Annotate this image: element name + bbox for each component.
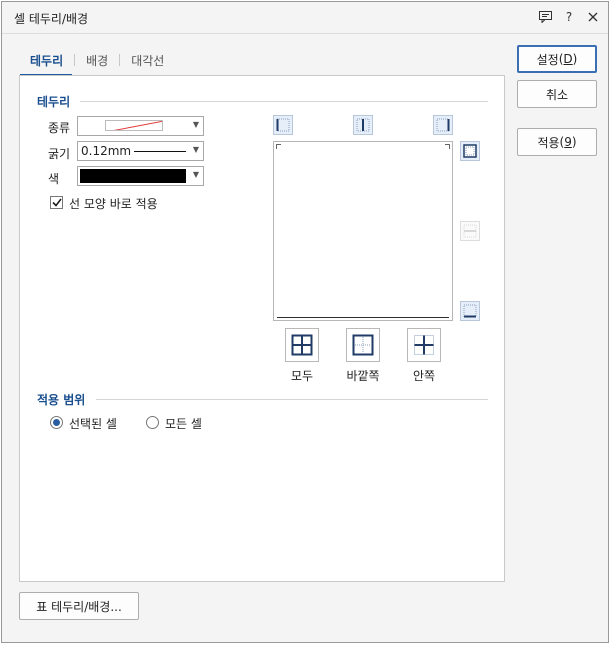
section-divider [80, 101, 488, 102]
border-tab-panel: 테두리 종류 ▼ 굵기 0.12mm ▼ 색 ▼ 선 모양 바로 적용 모두 바… [19, 75, 505, 582]
left-border-button[interactable] [273, 115, 293, 135]
selected-cells-label: 선택된 셀 [69, 417, 117, 431]
close-icon[interactable] [586, 10, 600, 24]
tab-background[interactable]: 배경 [84, 52, 110, 69]
preview-bottom-border [277, 317, 449, 318]
ok-button-label: 설정 [536, 52, 559, 67]
thickness-label: 굵기 [48, 147, 71, 161]
scope-section-title: 적용 범위 [37, 393, 86, 407]
chevron-down-icon: ▼ [192, 120, 199, 129]
border-section-title: 테두리 [37, 95, 71, 109]
color-swatch [80, 169, 186, 183]
vertical-center-border-button[interactable] [353, 115, 373, 135]
tab-border[interactable]: 테두리 [28, 52, 65, 69]
top-border-button[interactable] [460, 141, 480, 161]
preview-corner-mark [276, 144, 281, 149]
ok-mnemonic: D [563, 52, 573, 66]
outside-borders-button[interactable] [346, 328, 380, 362]
inside-borders-button[interactable] [407, 328, 441, 362]
section-divider [96, 399, 488, 400]
line-type-none-swatch [105, 120, 163, 131]
ok-button[interactable]: 설정(D) [517, 45, 597, 73]
all-cells-radio[interactable] [146, 416, 159, 429]
chevron-down-icon: ▼ [192, 145, 199, 154]
chevron-down-icon: ▼ [192, 170, 199, 179]
line-thickness-select[interactable]: 0.12mm ▼ [77, 141, 204, 161]
preview-corner-mark [445, 144, 450, 149]
apply-button-label: 적용 [537, 135, 560, 150]
table-border-background-label: 표 테두리/배경... [36, 599, 122, 614]
help-icon[interactable]: ? [562, 10, 576, 24]
dialog-title: 셀 테두리/배경 [14, 12, 89, 26]
tab-strip: 테두리 배경 대각선 [28, 50, 166, 70]
tab-separator [74, 54, 76, 66]
cancel-button[interactable]: 취소 [517, 80, 597, 108]
color-label: 색 [48, 172, 60, 186]
apply-immediately-label: 선 모양 바로 적용 [69, 197, 158, 211]
bottom-border-button[interactable] [460, 301, 480, 321]
title-bar-icons: ? [538, 10, 600, 24]
radio-dot [53, 419, 60, 426]
horizontal-center-border-button[interactable] [460, 221, 480, 241]
selected-cells-radio[interactable] [50, 416, 63, 429]
thickness-value: 0.12mm [81, 144, 132, 158]
apply-immediately-checkbox[interactable] [50, 196, 63, 209]
table-border-background-button[interactable]: 표 테두리/배경... [19, 592, 139, 620]
all-cells-label: 모든 셀 [165, 417, 202, 431]
right-border-button[interactable] [433, 115, 453, 135]
cell-border-dialog: 셀 테두리/배경 ? 테두리 배경 대각선 테두리 종류 ▼ 굵기 0.12mm… [1, 1, 609, 643]
title-bar: 셀 테두리/배경 ? [2, 2, 608, 34]
inside-borders-label: 안쪽 [412, 369, 436, 383]
cancel-button-label: 취소 [545, 87, 569, 102]
tab-separator [119, 54, 121, 66]
line-color-select[interactable]: ▼ [77, 166, 204, 186]
all-borders-button[interactable] [285, 328, 319, 362]
apply-button[interactable]: 적용(9) [517, 128, 597, 156]
border-preview[interactable] [273, 141, 453, 321]
tab-diagonal[interactable]: 대각선 [129, 52, 166, 69]
type-label: 종류 [48, 121, 71, 135]
line-type-select[interactable]: ▼ [77, 116, 204, 136]
all-borders-label: 모두 [290, 369, 314, 383]
comment-icon[interactable] [538, 10, 552, 24]
thickness-sample-line [134, 151, 186, 152]
outside-borders-label: 바깥쪽 [346, 369, 380, 383]
apply-mnemonic: 9 [564, 135, 572, 149]
